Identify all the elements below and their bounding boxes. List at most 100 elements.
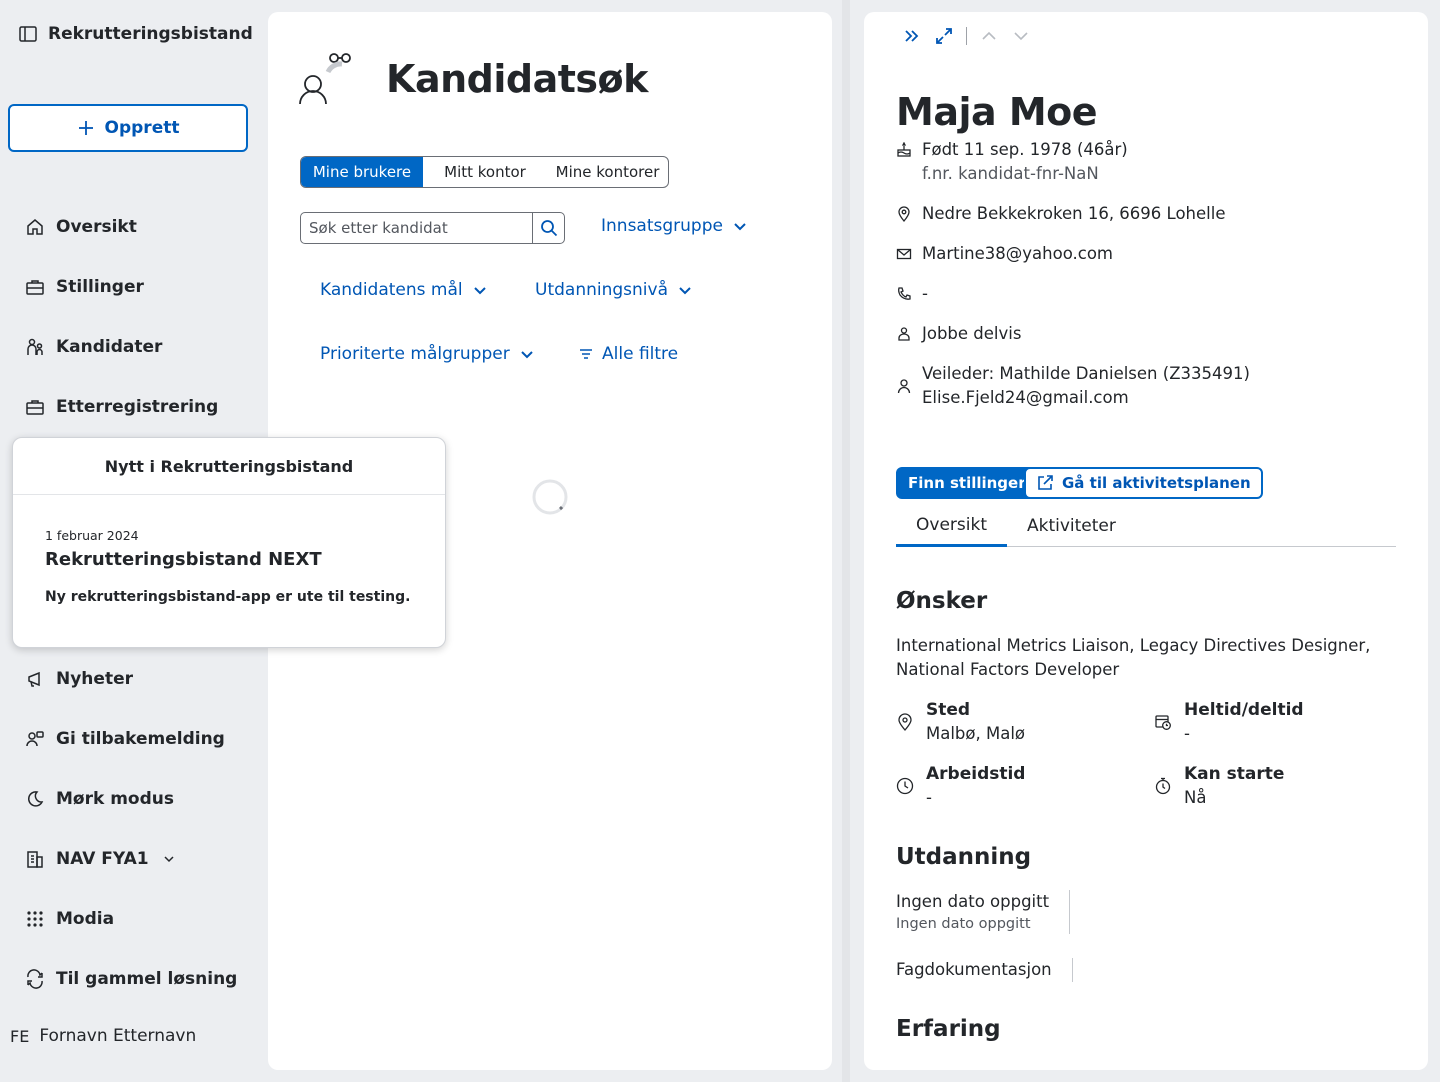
- fact-value: Nå: [1184, 788, 1207, 807]
- sidebar-item-tilbakemelding[interactable]: Gi tilbakemelding: [24, 723, 225, 755]
- people-icon: [24, 336, 46, 358]
- search-button[interactable]: [532, 213, 564, 243]
- filter-icon: [578, 347, 594, 361]
- chevron-down-icon: [733, 219, 747, 233]
- candidate-name: Maja Moe: [896, 90, 1098, 134]
- chevron-down-icon: [520, 347, 534, 361]
- briefcase-icon: [24, 396, 46, 418]
- all-filters-button[interactable]: Alle filtre: [578, 344, 678, 364]
- search-input[interactable]: [301, 213, 532, 243]
- fact-value: -: [926, 788, 932, 807]
- grid-icon: [24, 908, 46, 930]
- panel-resize-handle[interactable]: [842, 0, 850, 1082]
- education-item: Ingen dato oppgitt Ingen dato oppgitt: [896, 890, 1071, 934]
- sidebar-item-kontor[interactable]: NAV FYA1: [24, 843, 175, 875]
- sidebar-item-mork-modus[interactable]: Mørk modus: [24, 783, 174, 815]
- fact-label: Heltid/deltid: [1184, 700, 1304, 720]
- phone: -: [922, 284, 928, 303]
- filter-innsatsgruppe[interactable]: Innsatsgruppe: [601, 216, 747, 236]
- search-icon: [540, 219, 558, 237]
- page-header: Kandidatsøk: [298, 50, 648, 108]
- segment-mine-kontorer[interactable]: Mine kontorer: [547, 157, 668, 187]
- sidebar-item-stillinger[interactable]: Stillinger: [24, 271, 144, 303]
- external-link-icon: [1036, 474, 1054, 492]
- clock-icon: [896, 762, 914, 810]
- sidebar-toggle-icon[interactable]: [18, 24, 38, 44]
- sidebar-item-label: Stillinger: [56, 277, 144, 297]
- sidebar-item-label: Mørk modus: [56, 789, 174, 809]
- megaphone-icon: [24, 668, 46, 690]
- collapse-panel-icon[interactable]: [902, 26, 922, 46]
- candidate-search-illustration-icon: [298, 50, 356, 108]
- filter-label: Innsatsgruppe: [601, 216, 723, 236]
- activity-plan-button[interactable]: Gå til aktivitetsplanen: [1024, 467, 1263, 499]
- create-button[interactable]: Opprett: [8, 104, 248, 152]
- candidate-detail-panel: Maja Moe Født 11 sep. 1978 (46år) f.nr. …: [864, 12, 1428, 1070]
- fact-value: -: [1184, 724, 1190, 743]
- sidebar-item-label: Oversikt: [56, 217, 137, 237]
- sidebar-item-label: Modia: [56, 909, 115, 929]
- filter-utdanningsniva[interactable]: Utdanningsnivå: [535, 280, 692, 300]
- find-jobs-button[interactable]: Finn stillinger: [896, 467, 1038, 499]
- chevron-down-icon[interactable]: [1011, 26, 1031, 46]
- fact-arbeidstid: Arbeidstid -: [896, 762, 1025, 810]
- sidebar-item-label: Kandidater: [56, 337, 163, 357]
- envelope-icon: [896, 242, 912, 266]
- education-date: Ingen dato oppgitt: [896, 916, 1031, 932]
- info-address: Nedre Bekkekroken 16, 6696 Lohelle: [896, 202, 1225, 226]
- phone-icon: [896, 282, 912, 306]
- veileder-email[interactable]: Elise.Fjeld24@gmail.com: [922, 386, 1250, 410]
- fact-value: Malbø, Malø: [926, 724, 1026, 743]
- expand-icon[interactable]: [934, 26, 954, 46]
- section-utdanning-title: Utdanning: [896, 844, 1032, 870]
- info-goal: Jobbe delvis: [896, 322, 1021, 346]
- sidebar-item-oversikt[interactable]: Oversikt: [24, 211, 137, 243]
- create-label: Opprett: [104, 118, 180, 138]
- fnr: f.nr. kandidat-fnr-NaN: [922, 164, 1099, 183]
- chevron-up-icon[interactable]: [979, 26, 999, 46]
- sidebar-item-label: Gi tilbakemelding: [56, 729, 225, 749]
- fact-label: Arbeidstid: [926, 764, 1026, 784]
- education-title: Ingen dato oppgitt: [896, 892, 1050, 911]
- user-menu[interactable]: FE Fornavn Etternavn: [10, 1026, 196, 1046]
- brand[interactable]: Rekrutteringsbistand: [18, 24, 253, 44]
- chevron-down-icon: [473, 283, 487, 297]
- born-date: Født 11 sep. 1978 (46år): [922, 140, 1128, 159]
- detail-toolbar: [902, 26, 1031, 46]
- user-name: Fornavn Etternavn: [39, 1026, 197, 1046]
- news-body: Ny rekrutteringsbistand-app er ute til t…: [45, 589, 411, 605]
- sidebar-item-modia[interactable]: Modia: [24, 903, 114, 935]
- swap-icon: [24, 968, 46, 990]
- address: Nedre Bekkekroken 16, 6696 Lohelle: [922, 204, 1226, 223]
- segment-mine-brukere[interactable]: Mine brukere: [301, 157, 423, 187]
- tab-aktiviteter[interactable]: Aktiviteter: [1007, 505, 1136, 546]
- segment-mitt-kontor[interactable]: Mitt kontor: [423, 157, 547, 187]
- filter-label: Prioriterte målgrupper: [320, 344, 510, 364]
- detail-tabs: Oversikt Aktiviteter: [896, 505, 1396, 547]
- email[interactable]: Martine38@yahoo.com: [922, 242, 1113, 266]
- sidebar-item-etterregistrering[interactable]: Etterregistrering: [24, 391, 218, 423]
- goal: Jobbe delvis: [922, 324, 1022, 343]
- feedback-icon: [24, 728, 46, 750]
- section-onsker-title: Ønsker: [896, 588, 988, 614]
- location-pin-icon: [896, 202, 912, 226]
- info-email: Martine38@yahoo.com: [896, 242, 1113, 266]
- page-title: Kandidatsøk: [386, 57, 648, 101]
- sidebar-item-nyheter[interactable]: Nyheter: [24, 663, 133, 695]
- news-heading: Rekrutteringsbistand NEXT: [45, 549, 322, 570]
- fact-sted: Sted Malbø, Malø: [896, 698, 1025, 746]
- cake-icon: [896, 138, 912, 162]
- sidebar-item-kandidater[interactable]: Kandidater: [24, 331, 162, 363]
- sidebar-item-label: Etterregistrering: [56, 397, 219, 417]
- avatar: FE: [10, 1026, 30, 1046]
- news-popover: Nytt i Rekrutteringsbistand 1 februar 20…: [12, 437, 446, 648]
- brand-label: Rekrutteringsbistand: [48, 24, 253, 44]
- sidebar-item-label: Nyheter: [56, 669, 133, 689]
- tab-oversikt[interactable]: Oversikt: [896, 505, 1007, 547]
- filter-kandidatens-mal[interactable]: Kandidatens mål: [320, 280, 487, 300]
- education-item: Fagdokumentasjon: [896, 958, 1073, 982]
- fact-label: Sted: [926, 700, 971, 720]
- filter-prioriterte-malgrupper[interactable]: Prioriterte målgrupper: [320, 344, 534, 364]
- sidebar-item-gammel-losning[interactable]: Til gammel løsning: [24, 963, 237, 995]
- loading-spinner: [531, 478, 569, 516]
